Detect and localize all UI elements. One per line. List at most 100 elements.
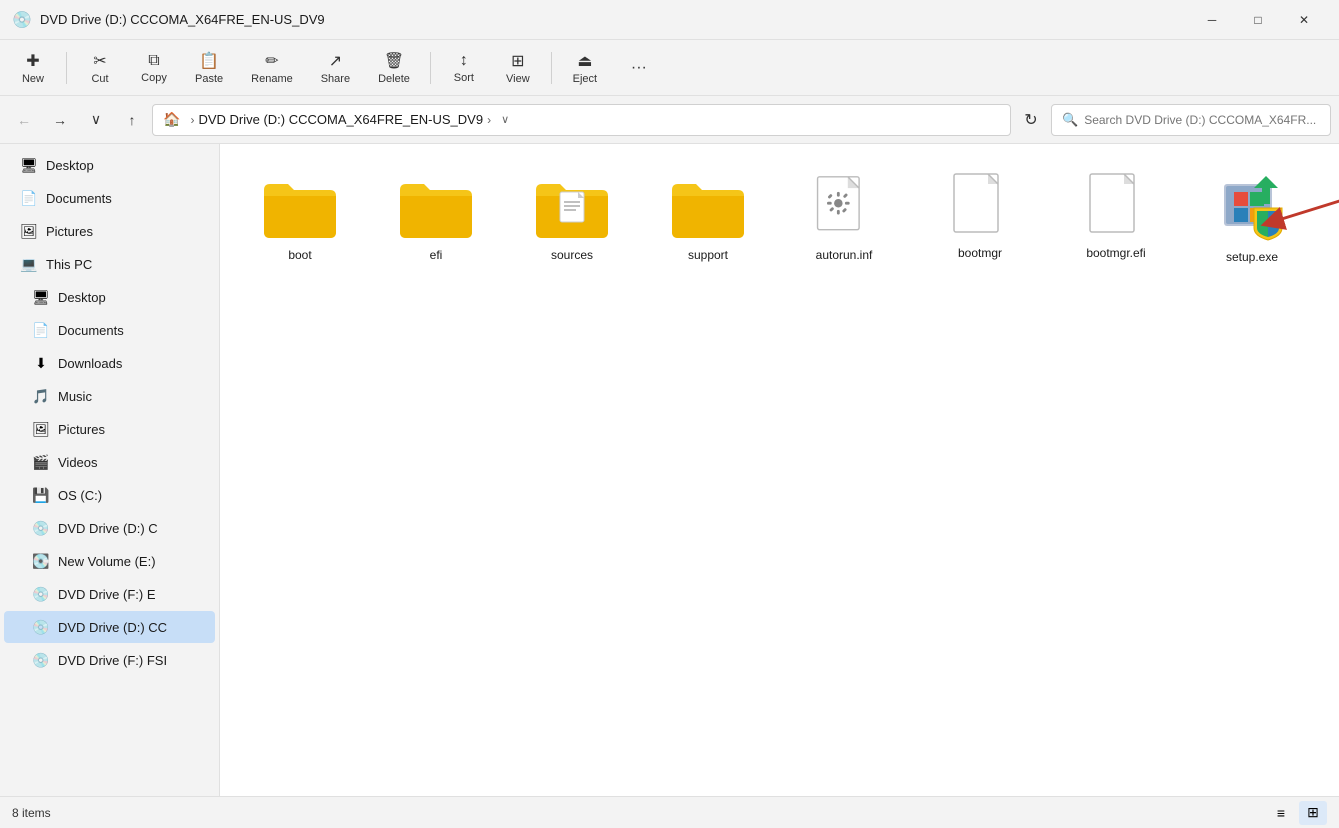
address-path: DVD Drive (D:) CCCOMA_X64FRE_EN-US_DV9 [198,112,483,127]
view-button[interactable]: ⊞ View [493,45,543,91]
sidebar-item-os-c[interactable]: 💾 OS (C:) [4,479,215,511]
file-item-bootmgr[interactable]: bootmgr [920,164,1040,272]
sidebar-label-pictures: Pictures [58,422,105,437]
search-input[interactable] [1084,113,1320,127]
folder-icon-efi [396,172,476,242]
sidebar-item-new-volume-e[interactable]: 💽 New Volume (E:) [4,545,215,577]
view-icon: ⊞ [511,51,524,71]
sidebar-item-dvd-f[interactable]: 💿 DVD Drive (F:) E [4,578,215,610]
titlebar-app-icon: 💿 [12,10,32,30]
sidebar-item-downloads[interactable]: ⬇ Downloads [4,347,215,379]
file-item-autorun[interactable]: autorun.inf [784,164,904,272]
minimize-button[interactable]: ─ [1189,0,1235,40]
toolbar: ✚ New ✂ Cut ⧉ Copy 📋 Paste ✏ Rename ↗ Sh… [0,40,1339,96]
sidebar-item-pictures-top[interactable]: 🖼 Pictures [4,215,215,247]
dvd-f-icon: 💿 [32,585,50,603]
cut-icon: ✂ [93,51,106,71]
copy-icon: ⧉ [148,52,159,70]
share-button[interactable]: ↗ Share [309,45,362,91]
sidebar-item-documents-top[interactable]: 📄 Documents [4,182,215,214]
rename-button[interactable]: ✏ Rename [239,45,305,91]
sidebar-item-dvd-d[interactable]: 💿 DVD Drive (D:) C [4,512,215,544]
sort-button[interactable]: ↕ Sort [439,46,489,90]
new-button[interactable]: ✚ New [8,45,58,91]
documents-top-icon: 📄 [20,189,38,207]
forward-button[interactable]: → [44,104,76,136]
sidebar-item-music[interactable]: 🎵 Music [4,380,215,412]
os-c-icon: 💾 [32,486,50,504]
documents-icon: 📄 [32,321,50,339]
file-label-efi: efi [430,248,443,262]
downloads-icon: ⬇ [32,354,50,372]
eject-label: Eject [573,73,597,85]
file-label-bootmgr-efi: bootmgr.efi [1086,246,1145,260]
maximize-button[interactable]: □ [1235,0,1281,40]
sidebar-label-pictures-top: Pictures [46,224,93,239]
more-icon: ··· [631,59,647,77]
file-item-boot[interactable]: boot [240,164,360,272]
sidebar-item-this-pc[interactable]: 💻 This PC [4,248,215,280]
titlebar-title: DVD Drive (D:) CCCOMA_X64FRE_EN-US_DV9 [40,12,1189,27]
folder-icon-support [668,172,748,242]
share-icon: ↗ [329,51,342,71]
cut-button[interactable]: ✂ Cut [75,45,125,91]
dvd-f2-icon: 💿 [32,651,50,669]
address-dropdown-arrow: ∨ [501,113,509,126]
sidebar-item-pictures[interactable]: 🖼 Pictures [4,413,215,445]
paste-button[interactable]: 📋 Paste [183,45,235,91]
paste-label: Paste [195,73,223,85]
file-item-support[interactable]: support [648,164,768,272]
more-button[interactable]: ··· [614,53,664,83]
new-icon: ✚ [26,51,39,71]
refresh-button[interactable]: ↻ [1015,104,1047,136]
list-view-button[interactable]: ≡ [1267,801,1295,825]
toolbar-sep-2 [430,52,431,84]
sidebar-item-desktop-top[interactable]: 🖥 Desktop [4,149,215,181]
file-label-boot: boot [288,248,311,262]
videos-icon: 🎬 [32,453,50,471]
file-label-autorun: autorun.inf [816,248,873,262]
search-box[interactable]: 🔍 [1051,104,1331,136]
file-item-setup[interactable]: setup.exe [1192,164,1312,272]
sidebar-item-dvd-d-active[interactable]: 💿 DVD Drive (D:) CC [4,611,215,643]
rename-label: Rename [251,73,293,85]
pictures-top-icon: 🖼 [20,222,38,240]
sidebar-label-new-volume-e: New Volume (E:) [58,554,156,569]
sidebar-item-videos[interactable]: 🎬 Videos [4,446,215,478]
statusbar-view-controls: ≡ ⊞ [1267,801,1327,825]
eject-button[interactable]: ⏏ Eject [560,45,610,91]
copy-label: Copy [141,72,167,84]
cut-label: Cut [91,73,108,85]
sidebar-label-videos: Videos [58,455,98,470]
sidebar-label-music: Music [58,389,92,404]
address-bar[interactable]: 🏠 › DVD Drive (D:) CCCOMA_X64FRE_EN-US_D… [152,104,1011,136]
addressbar: ← → ∨ ↑ 🏠 › DVD Drive (D:) CCCOMA_X64FRE… [0,96,1339,144]
sidebar: 🖥 Desktop 📄 Documents 🖼 Pictures 💻 This … [0,144,220,796]
recent-button[interactable]: ∨ [80,104,112,136]
sidebar-label-dvd-d: DVD Drive (D:) C [58,521,158,536]
close-button[interactable]: ✕ [1281,0,1327,40]
setup-exe-icon [1216,172,1288,244]
file-label-setup: setup.exe [1226,250,1278,264]
grid-view-button[interactable]: ⊞ [1299,801,1327,825]
up-button[interactable]: ↑ [116,104,148,136]
search-icon: 🔍 [1062,112,1078,128]
file-area: boot efi [220,144,1339,796]
back-button[interactable]: ← [8,104,40,136]
sidebar-item-dvd-f2[interactable]: 💿 DVD Drive (F:) FSI [4,644,215,676]
copy-button[interactable]: ⧉ Copy [129,46,179,90]
document-icon-bootmgr [952,172,1008,240]
new-label: New [22,73,44,85]
file-item-bootmgr-efi[interactable]: bootmgr.efi [1056,164,1176,272]
desktop-top-icon: 🖥 [20,156,38,174]
sort-icon: ↕ [460,52,468,70]
file-item-sources[interactable]: sources [512,164,632,272]
sidebar-item-documents[interactable]: 📄 Documents [4,314,215,346]
document-icon-bootmgr-efi [1088,172,1144,240]
delete-button[interactable]: 🗑 Delete [366,45,422,91]
sidebar-label-dvd-f: DVD Drive (F:) E [58,587,156,602]
sidebar-item-desktop[interactable]: 🖥 Desktop [4,281,215,313]
folder-icon-sources [532,172,612,242]
address-chevron-2: › [487,113,491,127]
file-item-efi[interactable]: efi [376,164,496,272]
